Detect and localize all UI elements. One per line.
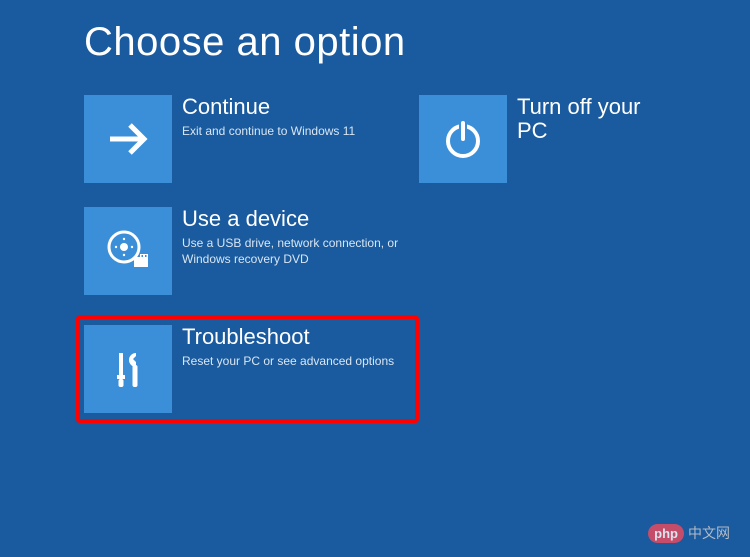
option-use-device-title: Use a device bbox=[182, 207, 419, 231]
option-use-device-desc: Use a USB drive, network connection, or … bbox=[182, 235, 419, 267]
disc-usb-icon bbox=[84, 207, 172, 295]
power-icon bbox=[419, 95, 507, 183]
option-troubleshoot-text: Troubleshoot Reset your PC or see advanc… bbox=[172, 325, 411, 369]
option-continue-desc: Exit and continue to Windows 11 bbox=[182, 123, 419, 139]
arrow-right-icon bbox=[84, 95, 172, 183]
option-use-device[interactable]: Use a device Use a USB drive, network co… bbox=[84, 207, 419, 295]
options-column-right: Turn off your PC bbox=[419, 95, 659, 447]
option-turn-off-title: Turn off your PC bbox=[517, 95, 659, 143]
option-use-device-text: Use a device Use a USB drive, network co… bbox=[172, 207, 419, 268]
watermark-logo: php bbox=[648, 524, 684, 543]
page-title: Choose an option bbox=[84, 20, 666, 65]
watermark-text: 中文网 bbox=[688, 523, 730, 543]
recovery-screen: Choose an option Continue Exit and conti… bbox=[0, 0, 750, 467]
option-troubleshoot-desc: Reset your PC or see advanced options bbox=[182, 353, 411, 369]
option-continue-title: Continue bbox=[182, 95, 419, 119]
tools-icon bbox=[84, 325, 172, 413]
option-troubleshoot[interactable]: Troubleshoot Reset your PC or see advanc… bbox=[76, 315, 419, 423]
option-continue[interactable]: Continue Exit and continue to Windows 11 bbox=[84, 95, 419, 183]
option-troubleshoot-title: Troubleshoot bbox=[182, 325, 411, 349]
options-grid: Continue Exit and continue to Windows 11 bbox=[84, 95, 666, 447]
option-continue-text: Continue Exit and continue to Windows 11 bbox=[172, 95, 419, 139]
options-column-left: Continue Exit and continue to Windows 11 bbox=[84, 95, 419, 447]
option-turn-off[interactable]: Turn off your PC bbox=[419, 95, 659, 183]
watermark: php 中文网 bbox=[648, 523, 730, 543]
option-turn-off-text: Turn off your PC bbox=[507, 95, 659, 147]
